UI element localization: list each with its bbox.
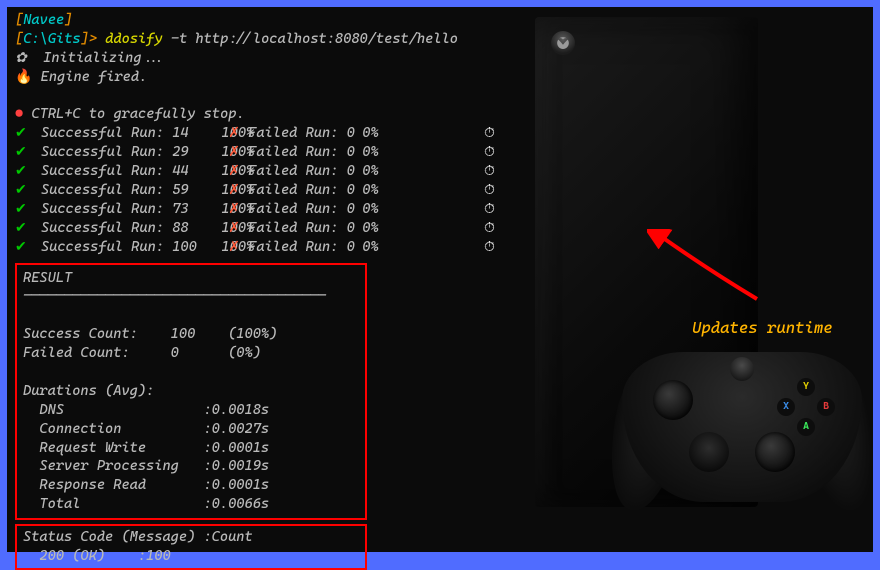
duration-row: DNS :0.0018s bbox=[23, 401, 359, 420]
xbox-glyph-icon bbox=[556, 36, 570, 50]
xbox-controller: Y X B A bbox=[617, 342, 867, 512]
duration-row: Response Read :0.0001s bbox=[23, 476, 359, 495]
terminal-window[interactable]: Y X B A Updates runtime [Navee] [C:\Gits… bbox=[7, 7, 873, 552]
result-box: RESULT ---------------------------------… bbox=[15, 263, 367, 521]
result-title: RESULT bbox=[23, 269, 359, 288]
xbox-logo-icon bbox=[551, 31, 575, 55]
status-row: 200 (OK) :100 bbox=[23, 547, 359, 566]
annotation-label: Updates runtime bbox=[692, 317, 833, 339]
status-box: Status Code (Message) :Count 200 (OK) :1… bbox=[15, 524, 367, 570]
duration-row: Server Processing :0.0019s bbox=[23, 457, 359, 476]
duration-row: Total :0.0066s bbox=[23, 495, 359, 514]
durations-title: Durations (Avg): bbox=[23, 382, 359, 401]
status-header: Status Code (Message) :Count bbox=[23, 528, 359, 547]
duration-row: Request Write :0.0001s bbox=[23, 439, 359, 458]
result-rule: ------------------------------------- bbox=[23, 287, 359, 306]
duration-row: Connection :0.0027s bbox=[23, 420, 359, 439]
failed-count: Failed Count: 0 (0%) bbox=[23, 344, 359, 363]
success-count: Success Count: 100 (100%) bbox=[23, 325, 359, 344]
